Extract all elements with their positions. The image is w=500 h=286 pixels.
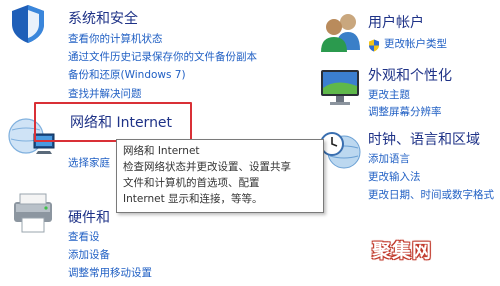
clock-globe-icon	[318, 128, 364, 174]
uac-shield-icon	[368, 37, 380, 52]
category-appearance-title[interactable]: 外观和个性化	[368, 68, 452, 84]
printer-icon	[8, 188, 58, 238]
link-change-date-time[interactable]: 更改日期、时间或数字格式	[368, 189, 494, 202]
users-icon	[318, 10, 364, 54]
watermark-logo: 聚集网	[372, 240, 433, 262]
category-network-internet-title[interactable]: 网络和 Internet	[70, 115, 172, 131]
link-troubleshoot[interactable]: 查找并解决问题	[68, 88, 142, 101]
category-clock-language-title[interactable]: 时钟、语言和区域	[368, 132, 480, 148]
network-tooltip: 网络和 Internet 检查网络状态并更改设置、设置共享 文件和计算机的首选项…	[116, 139, 324, 213]
tooltip-line: 检查网络状态并更改设置、设置共享	[123, 161, 291, 173]
link-screen-resolution[interactable]: 调整屏幕分辨率	[368, 106, 442, 119]
monitor-personalize-icon	[318, 66, 364, 110]
category-user-accounts-title[interactable]: 用户帐户	[368, 15, 424, 31]
shield-icon	[6, 2, 50, 46]
link-view-computer-status[interactable]: 查看你的计算机状态	[68, 33, 163, 46]
link-backup-restore[interactable]: 备份和还原(Windows 7)	[68, 69, 186, 82]
tooltip-line: 文件和计算机的首选项、配置	[123, 177, 260, 189]
tooltip-line: Internet 显示和连接，等等。	[123, 193, 263, 205]
category-hardware-title[interactable]: 硬件和	[68, 210, 110, 226]
link-change-account-type[interactable]: 更改帐户类型	[384, 38, 447, 51]
link-add-device[interactable]: 添加设备	[68, 249, 110, 262]
link-homegroup-sharing[interactable]: 选择家庭	[68, 157, 110, 170]
link-devices-printers[interactable]: 查看设	[68, 231, 100, 244]
link-add-language[interactable]: 添加语言	[368, 153, 410, 166]
category-system-security-title[interactable]: 系统和安全	[68, 11, 138, 27]
link-file-history-backup[interactable]: 通过文件历史记录保存你的文件备份副本	[68, 51, 257, 64]
tooltip-title: 网络和 Internet	[123, 145, 200, 157]
link-change-theme[interactable]: 更改主题	[368, 89, 410, 102]
link-change-input-method[interactable]: 更改输入法	[368, 171, 421, 184]
